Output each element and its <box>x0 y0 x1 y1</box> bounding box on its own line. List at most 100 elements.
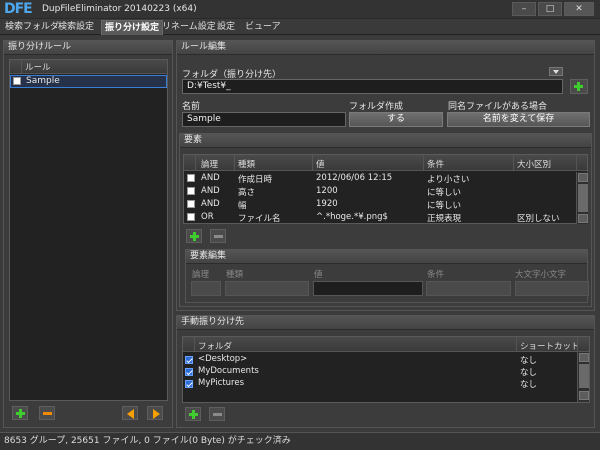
row-checkbox[interactable] <box>187 213 195 221</box>
row-kind: 高さ <box>238 188 256 198</box>
close-button[interactable]: ✕ <box>564 2 594 16</box>
folder-input[interactable]: D:¥Test¥_ <box>182 79 563 94</box>
scroll-down-icon[interactable] <box>579 391 589 400</box>
plus-icon <box>571 80 587 93</box>
scroll-up-icon[interactable] <box>578 173 588 182</box>
scroll-down-icon[interactable] <box>578 214 588 223</box>
rule-edit-panel: ルール編集 フォルダ（振り分け先） D:¥Test¥_ 名前 Sample フォ… <box>176 40 595 311</box>
element-edit-group: 要素編集 論理 種類 値 条件 大文字小文字 <box>185 249 589 303</box>
col-logic: 論理 <box>201 160 219 170</box>
add-element-button[interactable] <box>186 229 202 243</box>
manual-table-header: フォルダ ショートカット <box>183 337 589 352</box>
duplicate-select[interactable]: 名前を変えて保存 <box>447 112 590 127</box>
tab-viewer[interactable]: ビューア <box>242 20 284 35</box>
title-bar: DFE DupFileEliminator 20140223 (x64) – □… <box>0 0 600 19</box>
row-case: 区別しない <box>517 214 560 224</box>
row-cond: に等しい <box>427 188 462 198</box>
edit-kind-label: 種類 <box>226 270 244 280</box>
edit-value-input[interactable] <box>313 281 423 296</box>
row-logic: AND <box>201 173 220 183</box>
rule-checkbox[interactable] <box>13 77 21 85</box>
elements-table[interactable]: 論理 種類 値 条件 大小区別 AND 作成日時 2012/06/06 12:1… <box>183 154 588 224</box>
edit-logic-label: 論理 <box>192 270 210 280</box>
manual-title: 手動振り分け先 <box>177 316 594 330</box>
plus-icon <box>186 408 200 420</box>
rules-panel-title: 振り分けルール <box>4 41 172 55</box>
manual-row[interactable]: <Desktop> なし <box>183 354 577 366</box>
add-destination-button[interactable] <box>185 407 201 421</box>
col-folder: フォルダ <box>198 342 233 352</box>
rule-row-sample[interactable]: Sample <box>10 75 167 88</box>
row-checkbox[interactable] <box>185 355 193 364</box>
row-cond: より小さい <box>427 175 470 185</box>
element-row[interactable]: AND 作成日時 2012/06/06 12:15 より小さい <box>184 172 576 185</box>
tab-sort-settings[interactable]: 振り分け設定 <box>101 20 164 35</box>
elements-title: 要素 <box>180 134 591 148</box>
move-down-button[interactable] <box>147 406 163 420</box>
manual-scrollbar[interactable] <box>577 352 589 402</box>
edit-case-select[interactable] <box>515 281 589 296</box>
col-kind: 種類 <box>238 160 256 170</box>
row-checkbox[interactable] <box>185 367 193 376</box>
row-kind: 幅 <box>238 201 247 211</box>
scroll-thumb[interactable] <box>579 364 589 388</box>
row-folder: MyPictures <box>198 378 245 388</box>
row-value: 2012/06/06 12:15 <box>316 173 393 183</box>
name-input[interactable]: Sample <box>182 112 346 127</box>
tab-settings[interactable]: 設定 <box>214 20 238 35</box>
element-row[interactable]: AND 高さ 1200 に等しい <box>184 185 576 198</box>
add-rule-button[interactable] <box>12 406 28 420</box>
scroll-up-icon[interactable] <box>579 353 589 362</box>
row-logic: OR <box>201 212 214 222</box>
manual-row[interactable]: MyPictures なし <box>183 378 577 390</box>
minus-icon <box>40 407 54 419</box>
maximize-button[interactable]: □ <box>538 2 562 16</box>
remove-element-button[interactable] <box>210 229 226 243</box>
row-checkbox[interactable] <box>187 187 195 195</box>
folder-dropdown-button[interactable] <box>549 67 563 76</box>
remove-destination-button[interactable] <box>209 407 225 421</box>
manual-destination-panel: 手動振り分け先 フォルダ ショートカット <Desktop> なし MyDocu… <box>176 315 595 428</box>
row-shortcut: なし <box>520 380 538 390</box>
elements-group: 要素 論理 種類 値 条件 大小区別 AND 作成日時 2012/06/06 1… <box>179 133 592 307</box>
row-cond: 正規表現 <box>427 214 462 224</box>
scroll-thumb[interactable] <box>578 184 588 212</box>
element-edit-title: 要素編集 <box>186 250 587 264</box>
col-condition: 条件 <box>427 160 445 170</box>
row-cond: に等しい <box>427 201 462 211</box>
row-logic: AND <box>201 186 220 196</box>
row-value: 1920 <box>316 199 338 209</box>
rules-list-header: ルール <box>10 60 167 74</box>
tab-search-settings[interactable]: 検索設定 <box>55 20 97 35</box>
row-checkbox[interactable] <box>185 379 193 388</box>
chevron-down-icon <box>553 70 559 74</box>
edit-value-label: 値 <box>314 270 323 280</box>
remove-rule-button[interactable] <box>39 406 55 420</box>
duplicate-label: 同名ファイルがある場合 <box>448 102 548 112</box>
minimize-button[interactable]: – <box>512 2 536 16</box>
create-folder-select[interactable]: する <box>349 112 443 127</box>
name-label: 名前 <box>182 102 201 112</box>
rules-list[interactable]: ルール Sample <box>9 59 168 401</box>
add-folder-button[interactable] <box>570 79 588 94</box>
create-folder-label: フォルダ作成 <box>349 102 404 112</box>
tab-search-folder[interactable]: 検索フォルダ <box>2 20 62 35</box>
element-row[interactable]: OR ファイル名 ^.*hoge.*¥.png$ 正規表現 区別しない <box>184 211 576 224</box>
row-value: ^.*hoge.*¥.png$ <box>316 212 388 222</box>
manual-table[interactable]: フォルダ ショートカット <Desktop> なし MyDocuments なし… <box>182 336 590 403</box>
rules-panel: 振り分けルール ルール Sample <box>3 40 173 428</box>
row-checkbox[interactable] <box>187 200 195 208</box>
tab-rename-settings[interactable]: リネーム設定 <box>159 20 219 35</box>
manual-row[interactable]: MyDocuments なし <box>183 366 577 378</box>
edit-logic-select[interactable] <box>191 281 221 296</box>
col-shortcut: ショートカット <box>520 342 580 352</box>
row-folder: MyDocuments <box>198 366 259 376</box>
row-shortcut: なし <box>520 368 538 378</box>
element-row[interactable]: AND 幅 1920 に等しい <box>184 198 576 211</box>
col-case: 大小区別 <box>517 160 552 170</box>
move-up-button[interactable] <box>122 406 138 420</box>
row-checkbox[interactable] <box>187 174 195 182</box>
elements-scrollbar[interactable] <box>576 172 588 224</box>
edit-kind-select[interactable] <box>225 281 309 296</box>
edit-cond-select[interactable] <box>426 281 511 296</box>
